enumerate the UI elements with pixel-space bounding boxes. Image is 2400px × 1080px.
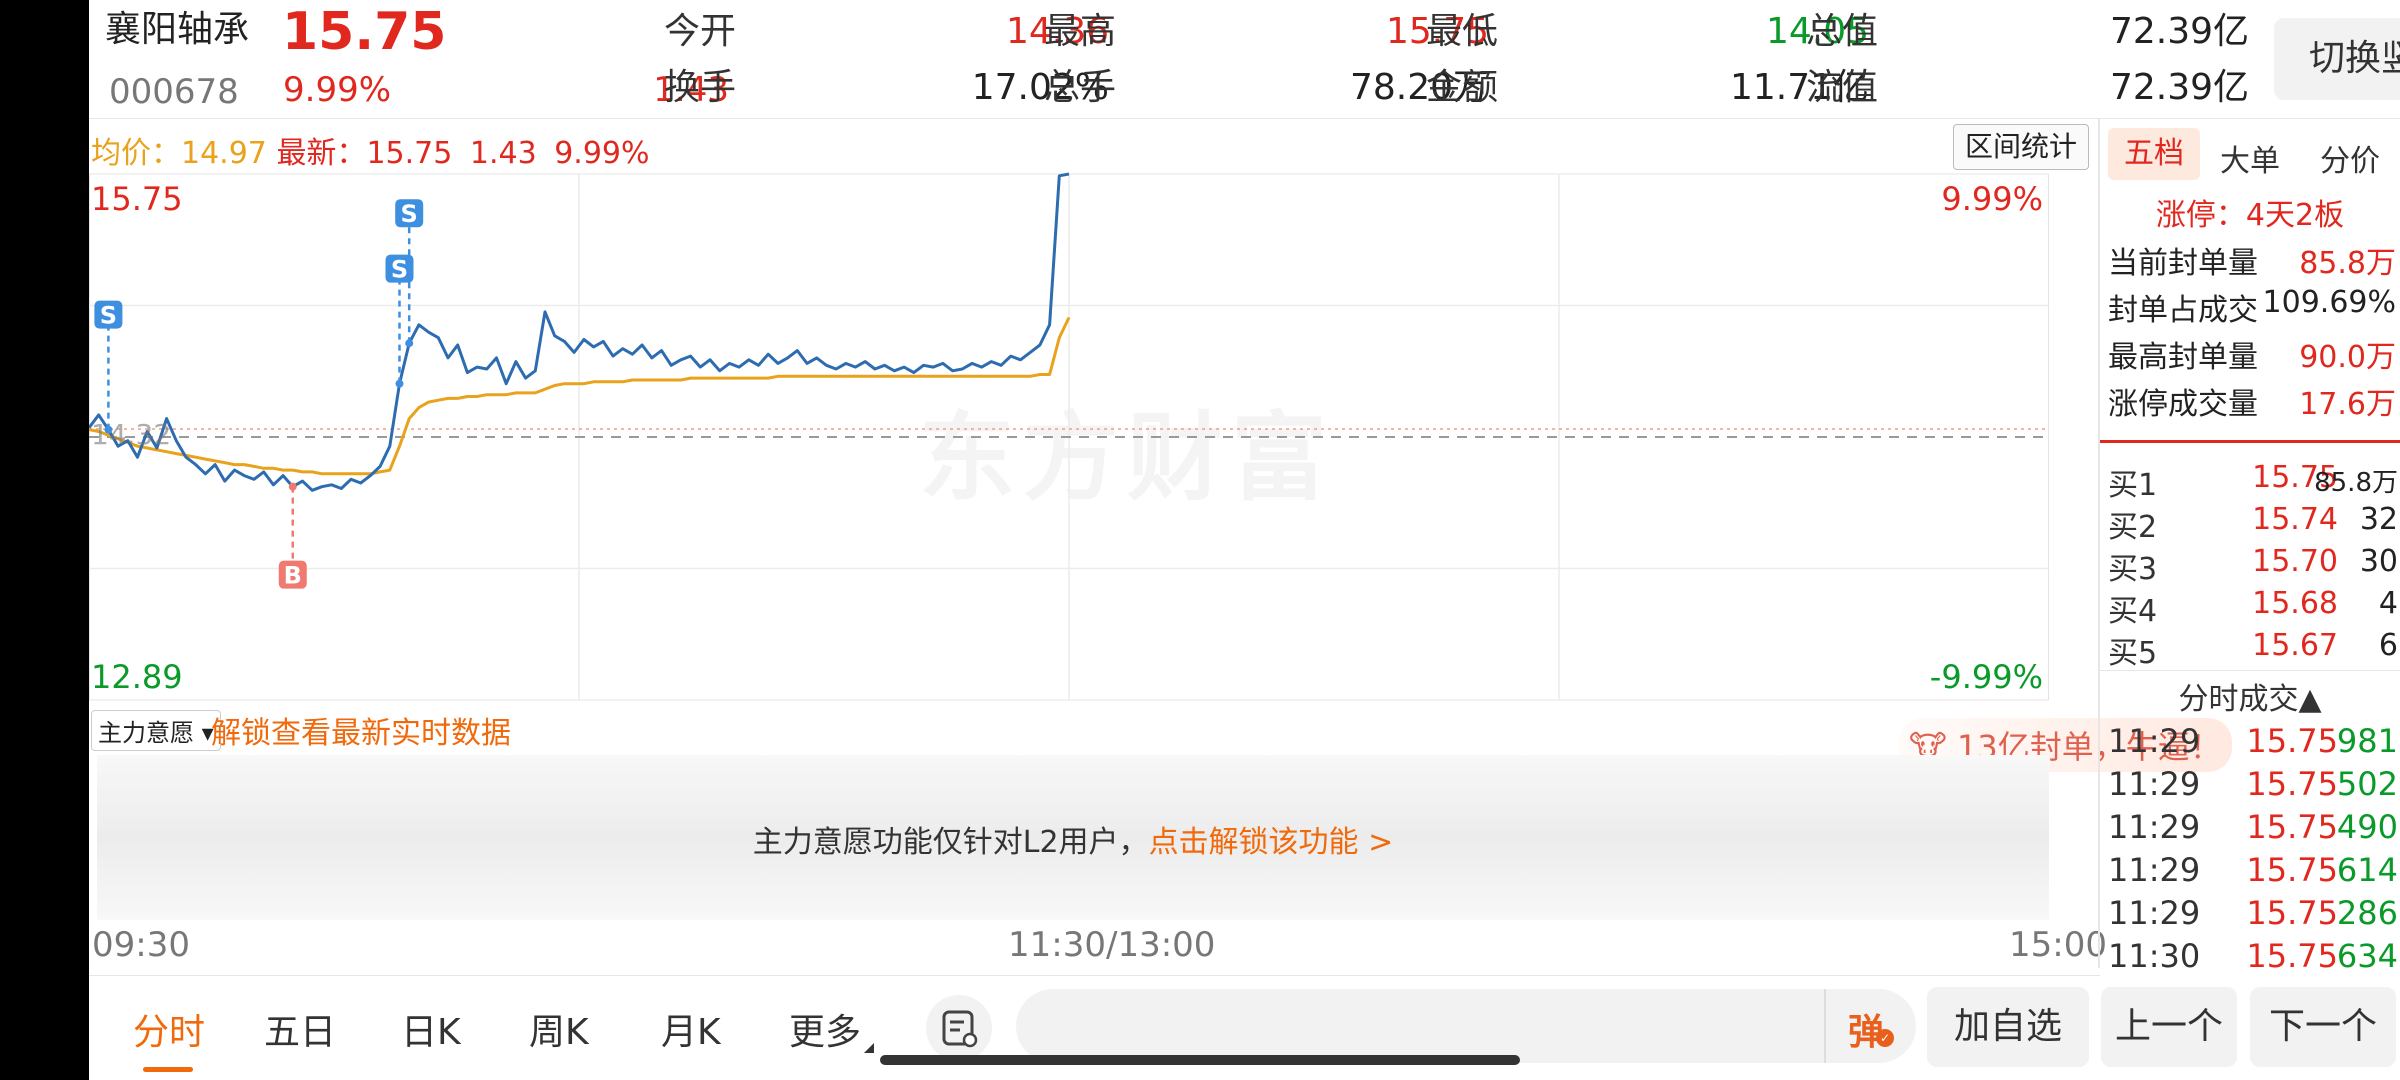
limit-up-days: 涨停：4天2板 xyxy=(2155,198,2345,233)
stock-code: 000678 xyxy=(109,72,239,112)
check-icon: ✓ xyxy=(1876,1029,1894,1047)
change-pct: 9.99% xyxy=(283,70,392,110)
main-force-panel: 主力意愿功能仅针对L2用户，点击解锁该功能 > xyxy=(97,755,2049,920)
y-mid-label: 14.32 xyxy=(91,418,172,451)
left-black-strip xyxy=(0,0,89,1080)
price-line-chart: SSSB xyxy=(89,172,2049,701)
note-icon xyxy=(942,1010,978,1048)
next-stock-button[interactable]: 下一个 xyxy=(2250,987,2396,1067)
tab-week-k[interactable]: 周K xyxy=(529,1003,589,1055)
open-label: 今开 xyxy=(664,11,737,52)
marker-label: S xyxy=(401,200,418,228)
mktcap-label: 总值 xyxy=(1806,11,1879,52)
main-force-notice: 主力意愿功能仅针对L2用户，点击解锁该功能 > xyxy=(97,817,2049,861)
amount-label: 金额 xyxy=(1426,67,1499,108)
add-watchlist-button[interactable]: 加自选 xyxy=(1927,987,2089,1067)
home-indicator[interactable] xyxy=(880,1055,1520,1065)
switch-portrait-button[interactable]: 切换竖屏 xyxy=(2274,18,2400,100)
mktcap-value: 72.39亿 xyxy=(2109,11,2249,52)
tab-big-orders[interactable]: 大单 xyxy=(2220,136,2280,180)
limit-divider xyxy=(2100,440,2400,443)
tab-five-levels[interactable]: 五档 xyxy=(2108,128,2200,180)
pct-top-label: 9.99% xyxy=(1941,180,2043,218)
stock-name: 襄阳轴承 xyxy=(105,9,250,50)
turnover-label: 换手 xyxy=(664,67,737,108)
marker-dot xyxy=(405,339,414,348)
marker-dot xyxy=(288,482,297,491)
main-force-bar: 主力意愿 ▾ 解锁查看最新实时数据 xyxy=(89,703,2049,751)
main-force-select-label: 主力意愿 xyxy=(98,719,194,747)
notice-unlock-link[interactable]: 点击解锁该功能 > xyxy=(1149,825,1394,860)
trades-title[interactable]: 分时成交▲ xyxy=(2100,674,2400,718)
tab-month-k[interactable]: 月K xyxy=(661,1003,721,1055)
time-mid-label: 11:30/13:00 xyxy=(1008,925,1216,965)
notice-text: 主力意愿功能仅针对L2用户， xyxy=(752,825,1149,860)
main-force-select[interactable]: 主力意愿 ▾ xyxy=(91,710,221,751)
quote-header: 襄阳轴承 15.75 000678 9.99% 1.43 今开 14.36 最高… xyxy=(89,0,2400,119)
trades-divider xyxy=(2100,670,2400,671)
marker-label: B xyxy=(284,562,302,590)
intraday-chart[interactable]: 均价：14.97 最新：15.75 1.43 9.99% 区间统计 东方财富 S… xyxy=(89,118,2232,772)
low-label: 最低 xyxy=(1426,11,1499,52)
tab-intraday[interactable]: 分时 xyxy=(133,1003,205,1055)
active-tab-indicator xyxy=(143,1067,193,1072)
prev-stock-button[interactable]: 上一个 xyxy=(2101,987,2237,1067)
marker-dot xyxy=(395,379,404,388)
bottom-divider xyxy=(89,975,2100,976)
y-top-label: 15.75 xyxy=(91,180,183,218)
tab-day-k[interactable]: 日K xyxy=(401,1003,461,1055)
tab-five-day[interactable]: 五日 xyxy=(264,1003,336,1055)
order-book-tabs: 五档 大单 分价 xyxy=(2100,124,2400,184)
stock-price: 15.75 xyxy=(282,2,447,62)
y-bottom-label: 12.89 xyxy=(91,658,183,696)
pct-bottom-label: -9.99% xyxy=(1929,658,2043,696)
time-end-label: 15:00 xyxy=(2009,925,2107,965)
panel-divider xyxy=(2098,118,2100,968)
marker-label: S xyxy=(100,302,117,330)
float-label: 流值 xyxy=(1806,67,1879,108)
danmu-button[interactable]: 弹 ✓ xyxy=(1824,989,1916,1063)
marker-label: S xyxy=(391,256,408,284)
note-button[interactable] xyxy=(926,995,992,1061)
order-book-panel: 五档 大单 分价 涨停：4天2板 当前封单量 85.8万 封单占成交 109.69%… xyxy=(2098,118,2400,978)
time-start-label: 09:30 xyxy=(92,925,190,965)
tab-more[interactable]: 更多 xyxy=(789,1003,861,1055)
danmu-label: 弹 xyxy=(1848,1012,1885,1053)
volume-label: 总手 xyxy=(1044,67,1117,108)
high-label: 最高 xyxy=(1044,11,1117,52)
float-value: 72.39亿 xyxy=(2109,67,2249,108)
more-corner-icon xyxy=(864,1043,874,1053)
comment-input[interactable]: 弹 ✓ xyxy=(1016,989,1916,1063)
unlock-link[interactable]: 解锁查看最新实时数据 xyxy=(211,708,511,752)
tab-price-dist[interactable]: 分价 xyxy=(2320,136,2380,180)
